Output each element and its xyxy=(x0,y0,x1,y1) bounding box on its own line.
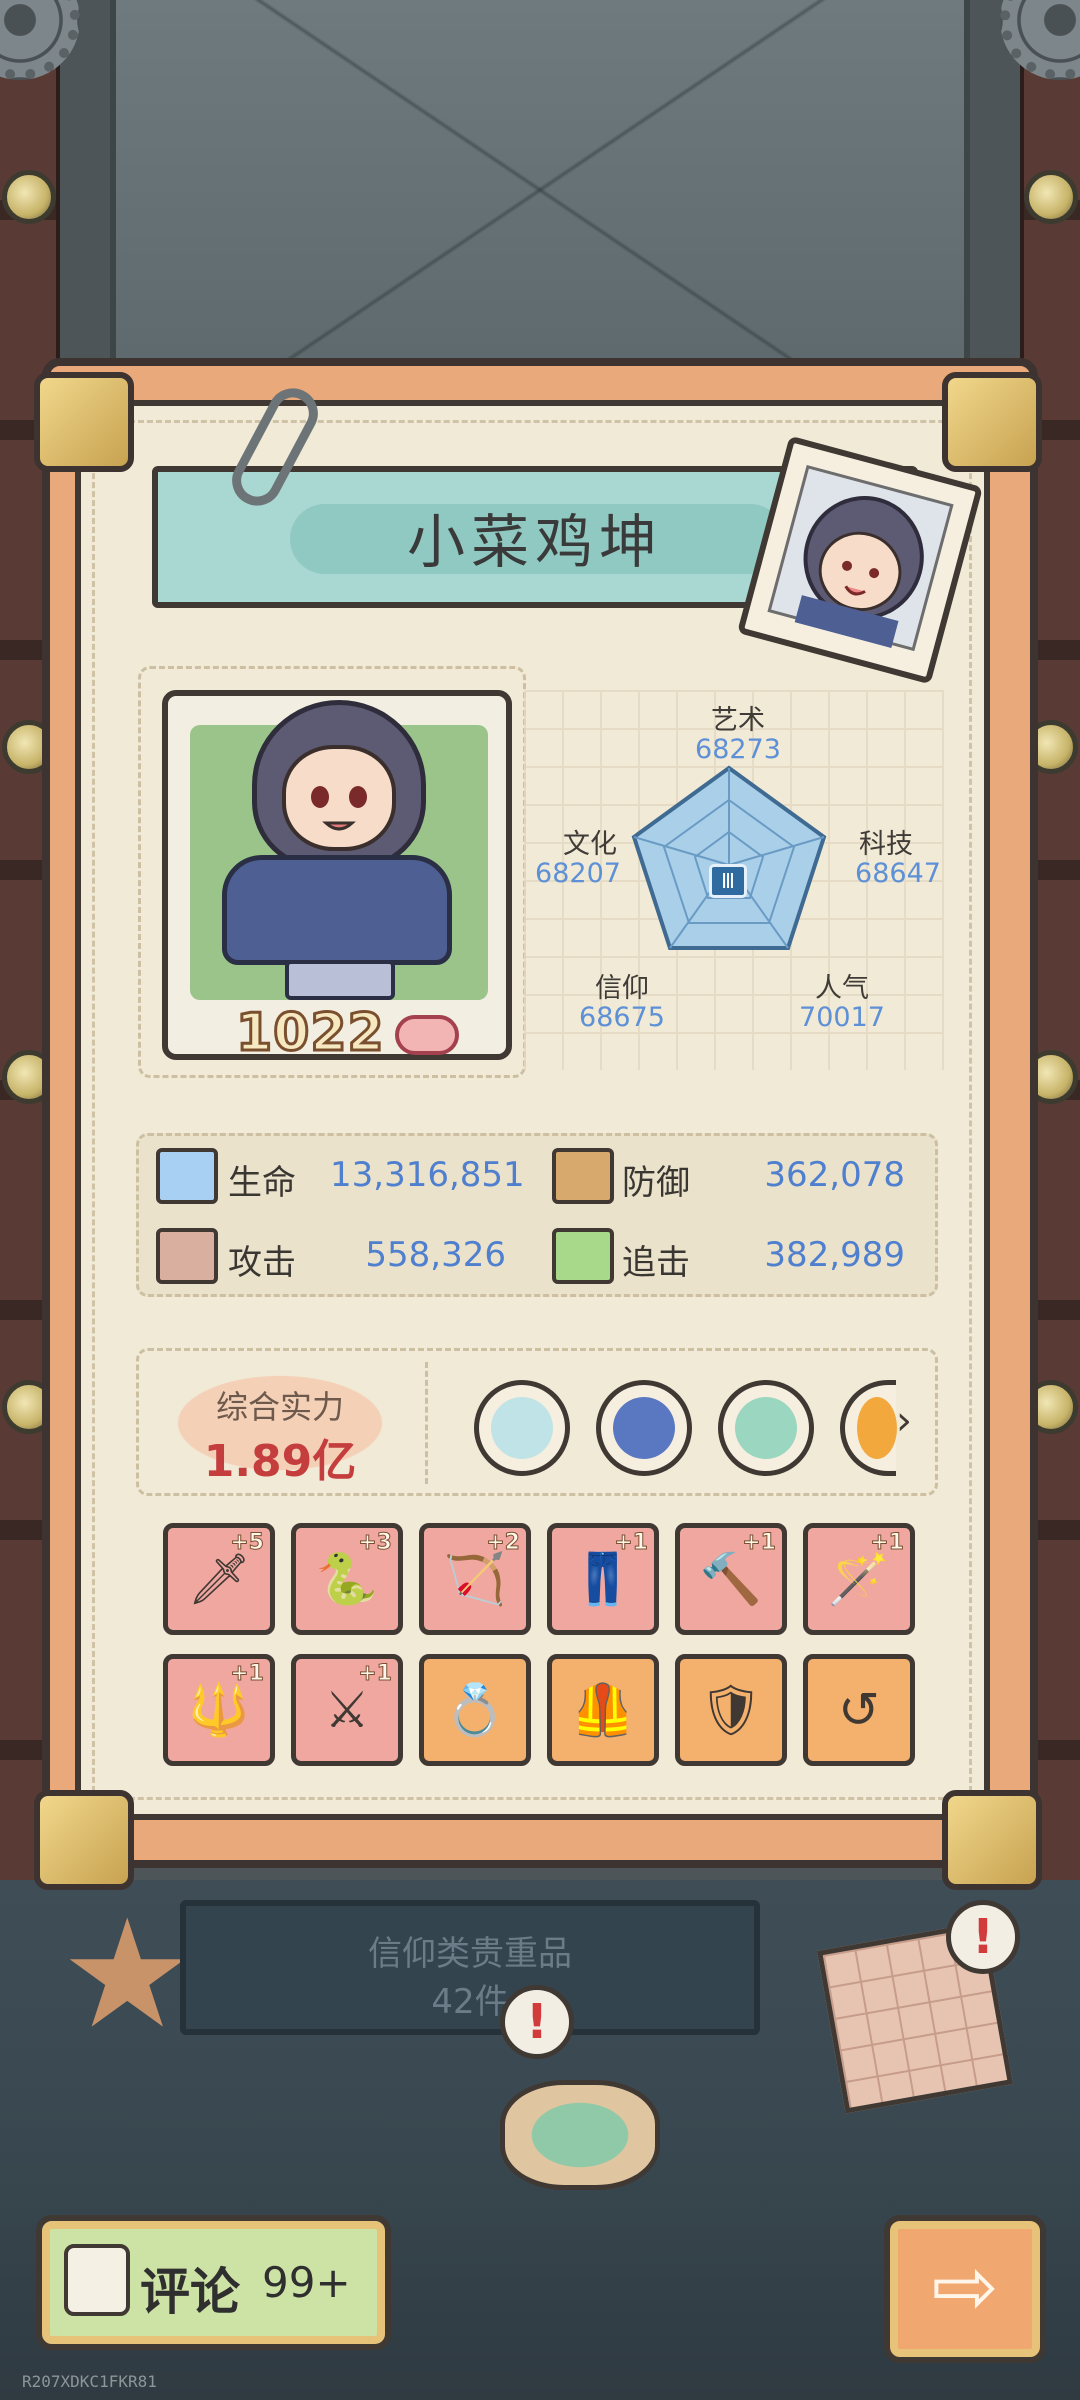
stat-label-culture: 文化 xyxy=(563,829,617,860)
equipment-slot[interactable]: 🐍 +3 xyxy=(291,1523,403,1635)
equipment-slot[interactable]: 🪄 +1 xyxy=(803,1523,915,1635)
corner-bracket xyxy=(942,372,1042,472)
sword-icon: ⚔ xyxy=(324,1681,370,1739)
attr-value-defense: 362,078 xyxy=(764,1155,905,1195)
equipment-slot[interactable]: 🛡 xyxy=(675,1654,787,1766)
ring-icon: 💍 xyxy=(443,1680,507,1739)
stat-value-popularity: 70017 xyxy=(799,1002,885,1033)
equipment-slot[interactable]: 👖 +1 xyxy=(547,1523,659,1635)
pursuit-icon xyxy=(552,1228,614,1284)
lamp-icon xyxy=(1024,170,1078,224)
enhance-level: +1 xyxy=(614,1530,649,1556)
power-value: 1.89亿 xyxy=(203,1436,357,1487)
equipment-slot[interactable]: ↺ xyxy=(803,1654,915,1766)
vest-icon: 🦺 xyxy=(571,1680,635,1739)
corner-bracket xyxy=(34,372,134,472)
equipment-slot[interactable]: 🔨 +1 xyxy=(675,1523,787,1635)
avatar-portrait xyxy=(767,464,954,652)
crystal-item-icon[interactable] xyxy=(500,2080,660,2190)
character-legs xyxy=(285,960,395,1000)
hammer-icon: 🔨 xyxy=(699,1549,763,1608)
trident-icon: 🔱 xyxy=(187,1680,251,1739)
enhance-level: +5 xyxy=(230,1530,265,1556)
stat-label-popularity: 人气 xyxy=(815,973,869,1004)
character-level: 1022 xyxy=(235,1002,386,1065)
power-divider xyxy=(425,1362,428,1484)
enhance-level: +2 xyxy=(486,1530,521,1556)
fang-badge-icon[interactable] xyxy=(596,1380,692,1476)
alert-icon[interactable]: ! xyxy=(500,1985,574,2059)
power-title: 综合实力 xyxy=(215,1388,344,1426)
enhance-level: +1 xyxy=(870,1530,905,1556)
next-arrow-button[interactable]: ⇨ xyxy=(884,2215,1046,2363)
attr-label-health: 生命 xyxy=(228,1163,296,1203)
stat-value-culture: 68207 xyxy=(535,858,621,889)
stat-label-art: 艺术 xyxy=(711,705,765,736)
collection-title: 信仰类贵重品 xyxy=(368,1934,572,1974)
stat-value-faith: 68675 xyxy=(579,1002,665,1033)
equipment-slot[interactable]: ⚔ +1 xyxy=(291,1654,403,1766)
crossbow-icon: 🏹 xyxy=(443,1549,507,1608)
comment-count: 99+ xyxy=(262,2258,351,2307)
stat-label-faith: 信仰 xyxy=(595,973,649,1004)
equipment-slot[interactable]: 🏹 +2 xyxy=(419,1523,531,1635)
pants-icon: 👖 xyxy=(571,1549,635,1608)
watermark: R207XDKC1FKR81 xyxy=(22,2372,157,2391)
comment-label: 评论 xyxy=(140,2263,240,2321)
lamp-icon xyxy=(2,170,56,224)
attr-value-health: 13,316,851 xyxy=(330,1155,525,1195)
chevron-right-icon[interactable]: › xyxy=(896,1398,912,1444)
equipment-slot[interactable]: 💍 xyxy=(419,1654,531,1766)
equipment-slot[interactable]: 🦺 xyxy=(547,1654,659,1766)
character-jacket xyxy=(222,855,452,965)
background-wall xyxy=(110,0,970,380)
attr-label-attack: 攻击 xyxy=(228,1243,296,1283)
gear-icon xyxy=(0,0,80,80)
dragon-badge-icon[interactable] xyxy=(474,1380,570,1476)
character-face xyxy=(282,745,396,851)
rank-badge: Ⅲ xyxy=(709,864,747,898)
enhance-level: +1 xyxy=(358,1661,393,1687)
corner-bracket xyxy=(942,1790,1042,1890)
stat-value-tech: 68647 xyxy=(855,858,941,889)
stat-label-tech: 科技 xyxy=(859,829,913,860)
shield-icon: 🛡 xyxy=(699,1680,763,1739)
star-trophy-icon: ★ xyxy=(60,1888,195,2062)
attack-icon xyxy=(156,1228,218,1284)
attr-value-attack: 558,326 xyxy=(365,1235,506,1275)
attr-label-defense: 防御 xyxy=(622,1163,690,1203)
character-expression-icon xyxy=(311,786,367,831)
wand-icon: 🪄 xyxy=(827,1549,891,1608)
corner-bracket xyxy=(34,1790,134,1890)
equipment-slot[interactable]: 🔱 +1 xyxy=(163,1654,275,1766)
attr-label-pursuit: 追击 xyxy=(622,1243,690,1283)
collection-count: 42件 xyxy=(431,1982,509,2022)
alert-icon[interactable]: ! xyxy=(946,1900,1020,1974)
gear-icon xyxy=(1000,0,1080,80)
serpent-staff-icon: 🐍 xyxy=(315,1549,379,1608)
equipment-slot[interactable]: 🗡 +5 xyxy=(163,1523,275,1635)
enhance-level: +3 xyxy=(358,1530,393,1556)
stat-value-art: 68273 xyxy=(695,734,781,765)
enhance-level: +1 xyxy=(742,1530,777,1556)
health-icon xyxy=(156,1148,218,1204)
enhance-level: +1 xyxy=(230,1661,265,1687)
defense-icon xyxy=(552,1148,614,1204)
ink-pen-icon xyxy=(64,2244,130,2316)
bow-icon xyxy=(395,1015,459,1055)
hook-icon: ↺ xyxy=(838,1681,880,1739)
dagger-icon: 🗡 xyxy=(187,1549,251,1608)
attr-value-pursuit: 382,989 xyxy=(764,1235,905,1275)
frame-badge-icon[interactable] xyxy=(718,1380,814,1476)
avatar-face-icon xyxy=(794,496,924,649)
